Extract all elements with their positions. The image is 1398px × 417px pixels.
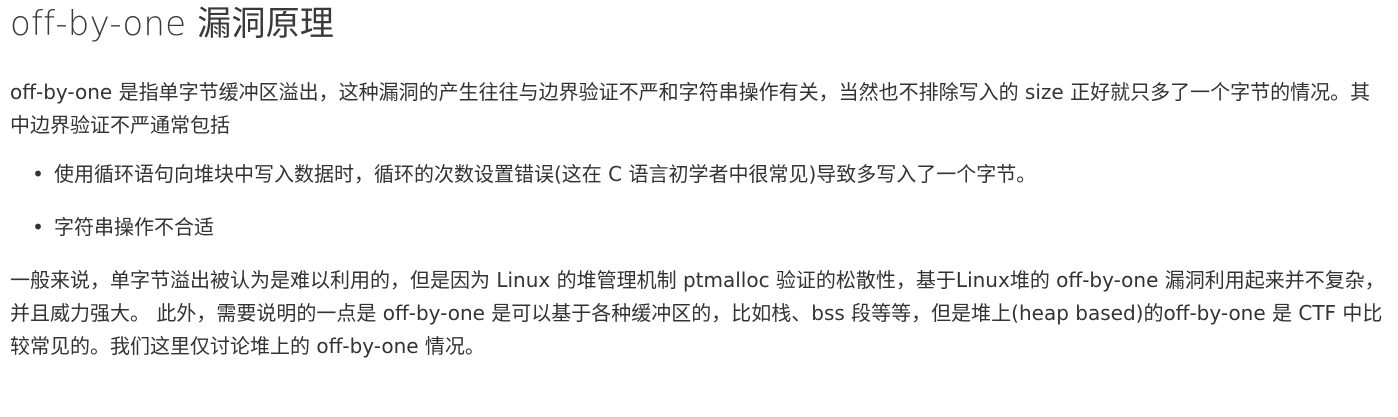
detail-paragraph: 一般来说，单字节溢出被认为是难以利用的，但是因为 Linux 的堆管理机制 pt…: [10, 268, 1385, 358]
list-item-text: 字符串操作不合适: [54, 215, 214, 239]
list-item: • 字符串操作不合适: [28, 211, 1390, 244]
bullet-icon: •: [32, 215, 44, 239]
list-item: • 使用循环语句向堆块中写入数据时，循环的次数设置错误(这在 C 语言初学者中很…: [28, 158, 1390, 191]
intro-paragraph: off-by-one 是指单字节缓冲区溢出，这种漏洞的产生往往与边界验证不严和字…: [10, 80, 1371, 137]
section-heading: off-by-one 漏洞原理: [10, 4, 335, 44]
bullet-list: • 使用循环语句向堆块中写入数据时，循环的次数设置错误(这在 C 语言初学者中很…: [10, 158, 1390, 244]
bullet-icon: •: [32, 162, 44, 186]
article-body: off-by-one 漏洞原理 off-by-one 是指单字节缓冲区溢出，这种…: [10, 0, 1390, 363]
list-item-text: 使用循环语句向堆块中写入数据时，循环的次数设置错误(这在 C 语言初学者中很常见…: [54, 162, 1037, 186]
